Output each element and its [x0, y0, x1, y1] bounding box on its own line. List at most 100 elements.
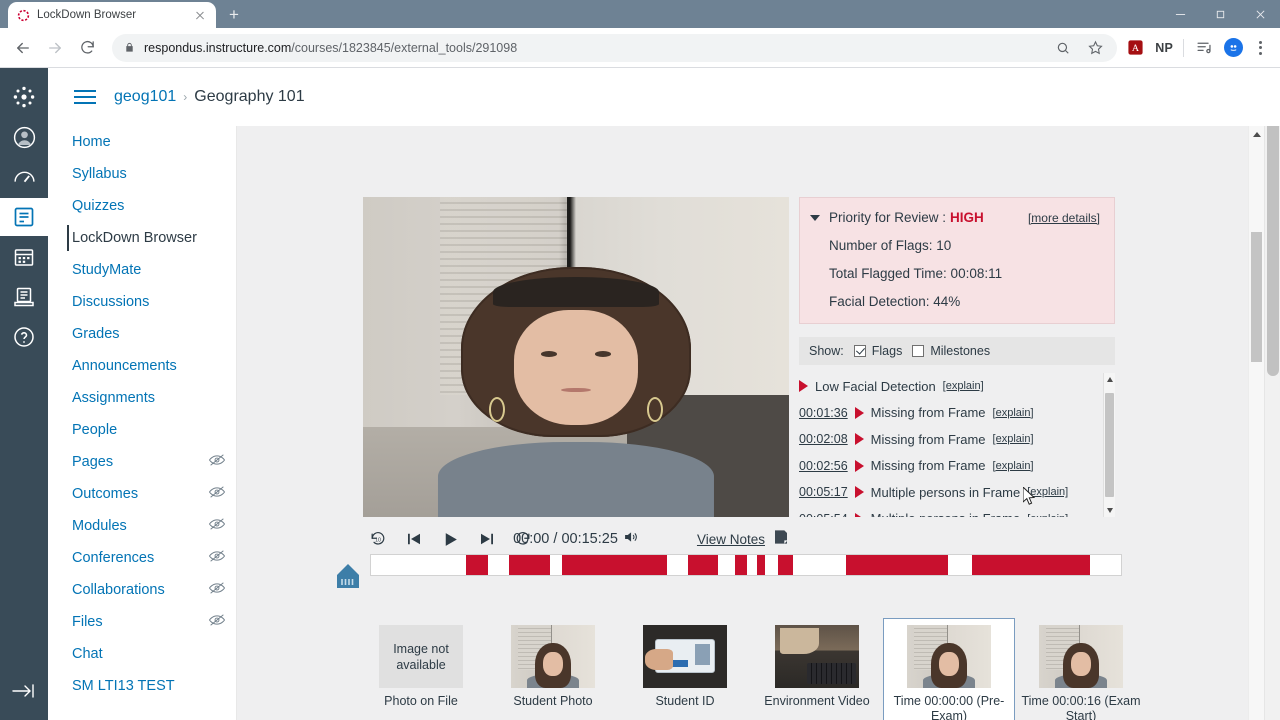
- breadcrumb-course-link[interactable]: geog101: [114, 88, 176, 106]
- sidebar-item-lockdown-browser[interactable]: LockDown Browser: [48, 222, 236, 254]
- help-icon[interactable]: [0, 318, 48, 356]
- timeline-flag-segment[interactable]: [845, 555, 948, 575]
- flag-row[interactable]: 00:02:56 Missing from Frame [explain]: [799, 453, 1101, 480]
- flag-row[interactable]: Low Facial Detection [explain]: [799, 373, 1101, 400]
- sidebar-item-grades[interactable]: Grades: [48, 318, 236, 350]
- thumbnail-item[interactable]: Image not available Photo on File: [355, 618, 487, 720]
- play-button[interactable]: [441, 530, 460, 549]
- next-flag-button[interactable]: [478, 530, 496, 548]
- flag-row[interactable]: 00:02:08 Missing from Frame [explain]: [799, 426, 1101, 453]
- timeline-flag-segment[interactable]: [734, 555, 747, 575]
- flag-row[interactable]: 00:05:54 Multiple persons in Frame [explai…: [799, 506, 1101, 517]
- canvas-logo-icon[interactable]: [0, 78, 48, 116]
- address-bar[interactable]: respondus.instructure.com/courses/182384…: [112, 33, 1118, 62]
- forward-arrow-icon[interactable]: [40, 33, 70, 63]
- star-icon[interactable]: [1085, 38, 1105, 58]
- explain-link[interactable]: [explain]: [943, 380, 984, 392]
- flag-timestamp[interactable]: 00:05:54: [799, 512, 848, 517]
- volume-icon[interactable]: [623, 529, 639, 549]
- rewind-10-button[interactable]: 10: [369, 530, 387, 548]
- flag-row[interactable]: 00:05:17 Multiple persons in Frame [explai…: [799, 479, 1101, 506]
- sidebar-item-studymate[interactable]: StudyMate: [48, 254, 236, 286]
- view-notes-link[interactable]: View Notes: [697, 532, 765, 547]
- sidebar-item-courses[interactable]: [0, 198, 48, 236]
- timeline-flag-segment[interactable]: [562, 555, 668, 575]
- explain-link[interactable]: [explain]: [1027, 513, 1068, 517]
- maximize-icon[interactable]: [1200, 0, 1240, 28]
- milestones-checkbox[interactable]: Milestones: [912, 344, 990, 358]
- note-icon[interactable]: [773, 529, 789, 550]
- explain-link[interactable]: [explain]: [993, 460, 1034, 472]
- flag-timestamp[interactable]: 00:05:17: [799, 485, 848, 499]
- flag-scroll-down-arrow[interactable]: [1107, 508, 1113, 513]
- caret-down-icon[interactable]: [810, 214, 820, 221]
- sidebar-item-conferences[interactable]: Conferences: [48, 542, 236, 574]
- sidebar-item-sm-lti13-test[interactable]: SM LTI13 TEST: [48, 670, 236, 702]
- timeline-playhead-handle[interactable]: [332, 562, 364, 592]
- new-tab-button[interactable]: +: [220, 2, 248, 28]
- sidebar-item-chat[interactable]: Chat: [48, 638, 236, 670]
- flag-timestamp[interactable]: 00:02:08: [799, 432, 848, 446]
- sidebar-item-syllabus[interactable]: Syllabus: [48, 158, 236, 190]
- thumbnail-item[interactable]: Student Photo: [487, 618, 619, 720]
- sidebar-item-home[interactable]: Home: [48, 126, 236, 158]
- reading-list-icon[interactable]: [1194, 38, 1214, 58]
- np-extension-icon[interactable]: NP: [1155, 41, 1173, 55]
- sidebar-item-quizzes[interactable]: Quizzes: [48, 190, 236, 222]
- zoom-magnifier-icon[interactable]: [1053, 38, 1073, 58]
- timeline-flag-segment[interactable]: [756, 555, 765, 575]
- previous-flag-button[interactable]: [405, 530, 423, 548]
- menu-icon[interactable]: [74, 90, 96, 104]
- timeline-flag-segment[interactable]: [778, 555, 793, 575]
- thumbnail-item[interactable]: Environment Video: [751, 618, 883, 720]
- close-window-icon[interactable]: [1240, 0, 1280, 28]
- checkbox-box-milestones[interactable]: [912, 345, 925, 357]
- timeline-flag-segment[interactable]: [687, 555, 719, 575]
- sidebar-item-modules[interactable]: Modules: [48, 510, 236, 542]
- content-scroll-thumb[interactable]: [1251, 232, 1262, 362]
- collapse-global-nav-button[interactable]: [0, 676, 48, 706]
- sidebar-item-people[interactable]: People: [48, 414, 236, 446]
- proctoring-video-player[interactable]: [363, 197, 789, 517]
- explain-link[interactable]: [explain]: [993, 433, 1034, 445]
- flag-timestamp[interactable]: 00:02:56: [799, 459, 848, 473]
- browser-tab[interactable]: LockDown Browser: [8, 2, 216, 28]
- flag-timeline[interactable]: [370, 554, 1122, 576]
- flags-checkbox[interactable]: Flags: [853, 344, 902, 358]
- content-scrollbar[interactable]: [1248, 126, 1264, 720]
- sidebar-item-collaborations[interactable]: Collaborations: [48, 574, 236, 606]
- dashboard-icon[interactable]: [0, 158, 48, 196]
- sidebar-item-discussions[interactable]: Discussions: [48, 286, 236, 318]
- thumbnail-item[interactable]: Student ID: [619, 618, 751, 720]
- explain-link[interactable]: [explain]: [993, 407, 1034, 419]
- profile-avatar-icon[interactable]: [1224, 38, 1243, 57]
- account-icon[interactable]: [0, 118, 48, 156]
- sidebar-item-outcomes[interactable]: Outcomes: [48, 478, 236, 510]
- timeline-flag-segment[interactable]: [971, 555, 1090, 575]
- back-arrow-icon[interactable]: [8, 33, 38, 63]
- adobe-acrobat-icon[interactable]: A: [1125, 38, 1145, 58]
- flag-list-scrollbar[interactable]: [1103, 373, 1115, 517]
- sidebar-item-announcements[interactable]: Announcements: [48, 350, 236, 382]
- calendar-icon[interactable]: [0, 238, 48, 276]
- timeline-flag-segment[interactable]: [465, 555, 488, 575]
- close-icon[interactable]: [192, 7, 208, 23]
- thumbnail-item[interactable]: Time 00:00:16 (Exam Start): [1015, 618, 1147, 720]
- content-scroll-up-arrow[interactable]: [1253, 132, 1261, 137]
- reload-icon[interactable]: [72, 33, 102, 63]
- sidebar-item-pages[interactable]: Pages: [48, 446, 236, 478]
- flag-scroll-up-arrow[interactable]: [1107, 377, 1113, 382]
- checkbox-box-flags[interactable]: [853, 345, 866, 357]
- flag-timestamp[interactable]: 00:01:36: [799, 406, 848, 420]
- flag-scroll-thumb[interactable]: [1105, 393, 1114, 497]
- flag-list[interactable]: Low Facial Detection [explain] 00:01:36 Mis…: [799, 373, 1115, 517]
- page-scrollbar[interactable]: [1264, 68, 1280, 720]
- chrome-menu-icon[interactable]: [1253, 40, 1268, 55]
- sidebar-item-files[interactable]: Files: [48, 606, 236, 638]
- sidebar-item-assignments[interactable]: Assignments: [48, 382, 236, 414]
- flag-row[interactable]: 00:01:36 Missing from Frame [explain]: [799, 400, 1101, 427]
- thumbnail-item[interactable]: Time 00:00:00 (Pre-Exam): [883, 618, 1015, 720]
- minimize-icon[interactable]: [1160, 0, 1200, 28]
- inbox-icon[interactable]: [0, 278, 48, 316]
- more-details-link[interactable]: [more details]: [1028, 211, 1100, 225]
